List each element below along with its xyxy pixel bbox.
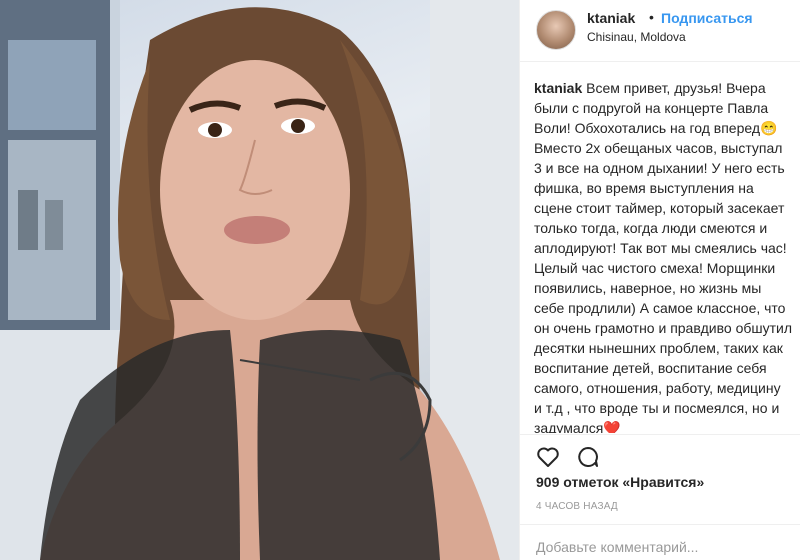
follow-button[interactable]: Подписаться	[661, 10, 753, 26]
separator-dot: •	[649, 9, 654, 25]
action-bar	[520, 434, 800, 476]
post-photo[interactable]	[0, 0, 519, 560]
comment-bar	[520, 524, 800, 560]
comment-icon[interactable]	[576, 445, 600, 469]
comment-input[interactable]	[536, 537, 786, 557]
caption-text: Всем привет, друзья! Вчера были с подруг…	[534, 80, 792, 433]
post-caption: ktaniak Всем привет, друзья! Вчера были …	[534, 78, 792, 433]
post-panel: ktaniak • Подписаться Chisinau, Moldova …	[519, 0, 800, 560]
likes-count[interactable]: 909 отметок «Нравится»	[536, 474, 704, 490]
caption-username[interactable]: ktaniak	[534, 80, 582, 96]
username-link[interactable]: ktaniak	[587, 10, 635, 26]
post-header: ktaniak • Подписаться Chisinau, Moldova	[520, 0, 800, 62]
profile-avatar[interactable]	[536, 10, 576, 50]
location-link[interactable]: Chisinau, Moldova	[587, 30, 686, 44]
heart-icon[interactable]	[536, 445, 560, 469]
post-timestamp: 4 ЧАСОВ НАЗАД	[536, 501, 618, 512]
selfie-photo	[0, 0, 519, 560]
